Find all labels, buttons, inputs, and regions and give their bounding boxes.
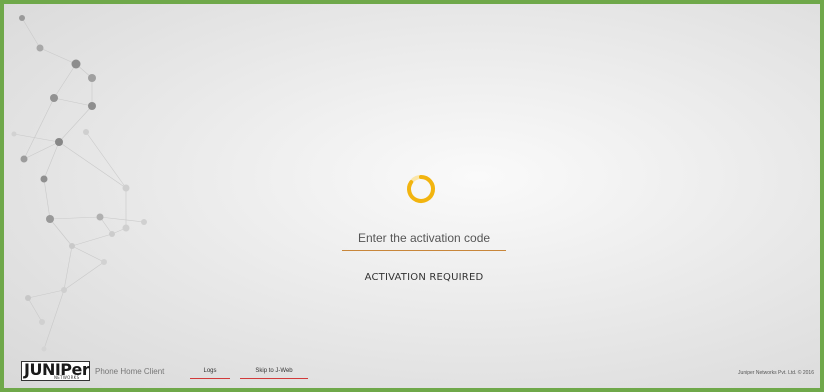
activation-code-input[interactable] [342,226,506,251]
logo-subtext: NETWORKS [54,375,80,380]
logs-link-label: Logs [203,368,217,374]
loading-spinner-icon [407,175,435,203]
logs-link[interactable]: Logs [190,368,230,379]
skip-link-label: Skip to J-Web [255,368,293,374]
phone-home-page: ACTIVATION REQUIRED JUNIPer NETWORKS Pho… [0,0,824,392]
skip-to-jweb-link[interactable]: Skip to J-Web [240,368,308,379]
network-nodes-decoration [11,15,147,352]
logs-link-underline [190,378,230,379]
copyright-text: Juniper Networks Pvt. Ltd. © 2016 [738,370,814,376]
juniper-logo: JUNIPer NETWORKS [21,361,90,381]
app-name-label: Phone Home Client [95,367,165,376]
activation-status-text: ACTIVATION REQUIRED [364,272,484,283]
skip-link-underline [240,378,308,379]
